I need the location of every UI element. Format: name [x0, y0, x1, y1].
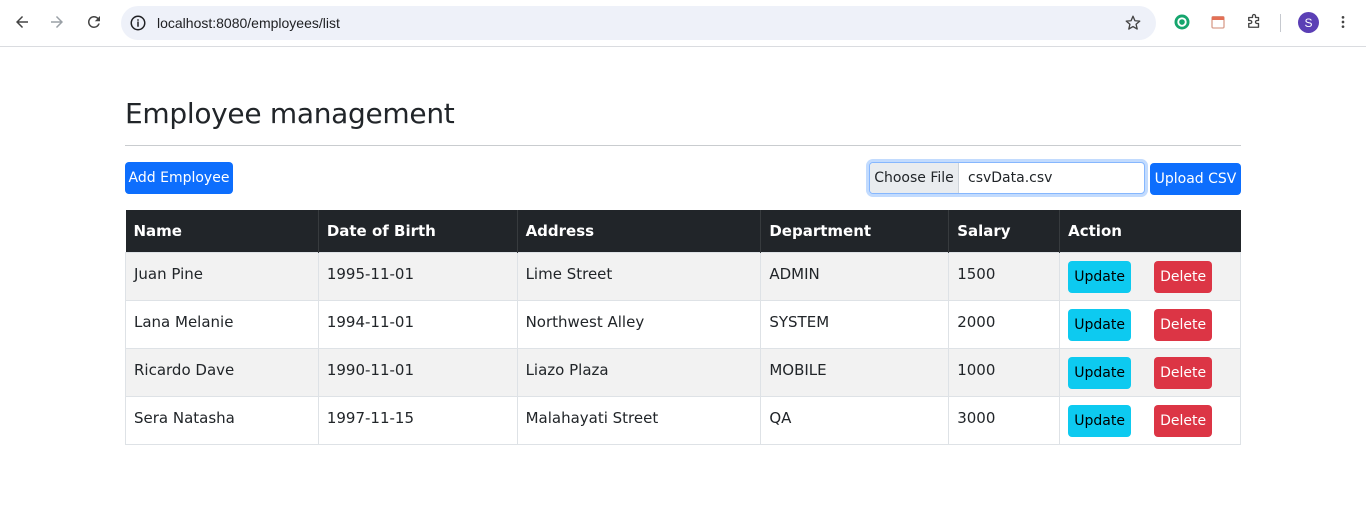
info-icon[interactable] [129, 14, 147, 32]
update-button[interactable]: Update [1068, 260, 1132, 293]
selected-file-name: csvData.csv [968, 170, 1053, 186]
cell-actions: Update Delete [1059, 347, 1241, 397]
cell-address: Malahayati Street [516, 395, 762, 445]
column-header-action: Action [1068, 221, 1122, 240]
upload-csv-button[interactable]: Upload CSV [1150, 163, 1241, 195]
column-header-department: Department [760, 210, 950, 252]
column-header-dob: Date of Birth [318, 210, 518, 252]
cell-department: SYSTEM [760, 299, 950, 349]
table-row: Lana Melanie 1994-11-01 Northwest Alley … [125, 299, 1241, 349]
menu-kebab-icon[interactable] [1333, 12, 1353, 32]
cell-salary: 3000 [948, 395, 1061, 445]
cell-name: Juan Pine [125, 251, 319, 301]
reload-button[interactable] [80, 8, 108, 36]
cell-actions: Update Delete [1059, 299, 1241, 349]
column-header-salary: Salary [948, 210, 1061, 252]
delete-button[interactable]: Delete [1154, 308, 1213, 341]
cell-dob: 1997-11-15 [317, 395, 518, 445]
employees-table: Name Date of Birth Address Department Sa… [125, 210, 1241, 445]
profile-avatar[interactable]: S [1298, 12, 1319, 33]
cell-address: Lime Street [516, 251, 762, 301]
grammarly-extension-icon[interactable] [1172, 12, 1192, 32]
delete-button[interactable]: Delete [1154, 356, 1213, 389]
page-title: Employee management [125, 97, 455, 130]
back-button[interactable] [8, 8, 36, 36]
bookmark-star-icon[interactable] [1124, 14, 1142, 32]
delete-button[interactable]: Delete [1154, 404, 1213, 437]
cell-name: Ricardo Dave [125, 347, 319, 397]
column-header-address: Address [517, 210, 762, 252]
address-bar[interactable]: localhost:8080/employees/list [121, 6, 1156, 40]
update-button[interactable]: Update [1068, 308, 1132, 341]
divider [125, 145, 1241, 146]
reload-icon [87, 15, 100, 28]
cell-name: Sera Natasha [125, 395, 319, 445]
cell-address: Liazo Plaza [516, 347, 762, 397]
calendar-extension-icon[interactable] [1208, 12, 1228, 32]
table-header-row: Name Date of Birth Address Department Sa… [125, 210, 1241, 252]
arrow-right-icon [51, 16, 63, 28]
cell-department: ADMIN [760, 251, 950, 301]
arrow-left-icon [16, 16, 28, 28]
cell-actions: Update Delete [1059, 395, 1241, 445]
toolbar-divider [1280, 14, 1281, 32]
table-row: Juan Pine 1995-11-01 Lime Street ADMIN 1… [125, 251, 1241, 301]
forward-button[interactable] [43, 8, 71, 36]
cell-department: QA [760, 395, 950, 445]
update-button[interactable]: Update [1068, 404, 1132, 437]
cell-actions: Update Delete [1059, 251, 1241, 301]
cell-salary: 1000 [948, 347, 1061, 397]
csv-file-input[interactable]: Choose File csvData.csv [869, 162, 1145, 194]
url-text[interactable]: localhost:8080/employees/list [157, 15, 340, 31]
cell-name: Lana Melanie [125, 299, 319, 349]
column-header-name: Name [125, 210, 319, 252]
cell-address: Northwest Alley [516, 299, 762, 349]
table-row: Ricardo Dave 1990-11-01 Liazo Plaza MOBI… [125, 347, 1241, 397]
cell-department: MOBILE [760, 347, 950, 397]
add-employee-button[interactable]: Add Employee [125, 162, 233, 194]
cell-salary: 2000 [948, 299, 1061, 349]
table-row: Sera Natasha 1997-11-15 Malahayati Stree… [125, 395, 1241, 445]
choose-file-button[interactable]: Choose File [870, 163, 959, 193]
cell-salary: 1500 [948, 251, 1061, 301]
extensions-puzzle-icon[interactable] [1244, 12, 1264, 32]
cell-dob: 1994-11-01 [317, 299, 518, 349]
delete-button[interactable]: Delete [1154, 260, 1213, 293]
update-button[interactable]: Update [1068, 356, 1132, 389]
cell-dob: 1995-11-01 [317, 251, 518, 301]
browser-toolbar: localhost:8080/employees/list S [0, 0, 1366, 47]
cell-dob: 1990-11-01 [317, 347, 518, 397]
